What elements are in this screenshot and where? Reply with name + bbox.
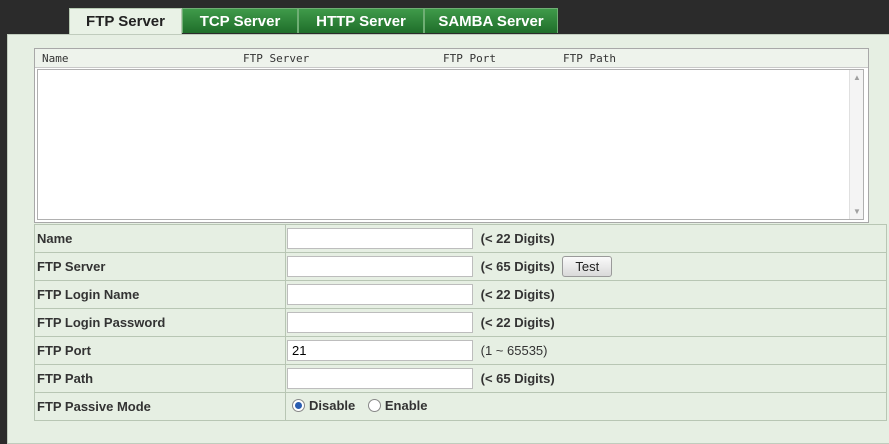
column-header-ftp-path: FTP Path: [563, 52, 616, 65]
passive-disable-radio[interactable]: [292, 399, 305, 412]
login-password-label: FTP Login Password: [34, 308, 286, 337]
column-header-ftp-server: FTP Server: [243, 52, 310, 65]
tab-tcp-server[interactable]: TCP Server: [182, 8, 298, 33]
port-label: FTP Port: [34, 336, 286, 365]
passive-disable-label: Disable: [309, 398, 356, 413]
scroll-up-icon[interactable]: ▲: [853, 73, 861, 82]
list-scrollbar[interactable]: ▲ ▼: [849, 70, 863, 219]
login-name-label: FTP Login Name: [34, 280, 286, 309]
form-row-passive-mode: FTP Passive Mode Disable Enable: [34, 392, 887, 421]
login-name-hint: (< 22 Digits): [480, 287, 555, 302]
name-hint: (< 22 Digits): [480, 231, 555, 246]
list-area[interactable]: ▲ ▼: [37, 69, 864, 220]
list-header: Name FTP Server FTP Port FTP Path: [35, 49, 868, 68]
login-password-input[interactable]: [287, 312, 473, 333]
form-row-path: FTP Path (< 65 Digits): [34, 364, 887, 393]
scroll-down-icon[interactable]: ▼: [853, 207, 861, 216]
name-input[interactable]: [287, 228, 473, 249]
form-row-login-password: FTP Login Password (< 22 Digits): [34, 308, 887, 337]
test-button[interactable]: Test: [562, 256, 613, 277]
ftp-server-label: FTP Server: [34, 252, 286, 281]
column-header-name: Name: [42, 52, 69, 65]
form-row-port: FTP Port (1 ~ 65535): [34, 336, 887, 365]
path-label: FTP Path: [34, 364, 286, 393]
form-row-name: Name (< 22 Digits): [34, 224, 887, 253]
tab-http-server[interactable]: HTTP Server: [298, 8, 424, 33]
column-header-ftp-port: FTP Port: [443, 52, 496, 65]
ftp-server-panel: Name FTP Server FTP Port FTP Path ▲ ▼ Na…: [7, 34, 889, 444]
path-input[interactable]: [287, 368, 473, 389]
login-name-input[interactable]: [287, 284, 473, 305]
ftp-server-input[interactable]: [287, 256, 473, 277]
tab-ftp-server[interactable]: FTP Server: [69, 8, 182, 35]
passive-enable-radio[interactable]: [367, 399, 381, 412]
ftp-server-hint: (< 65 Digits): [480, 259, 555, 274]
passive-enable-option[interactable]: Enable: [367, 398, 428, 413]
passive-enable-label: Enable: [384, 398, 428, 413]
tab-samba-server[interactable]: SAMBA Server: [424, 8, 558, 33]
port-hint: (1 ~ 65535): [480, 343, 548, 358]
login-password-hint: (< 22 Digits): [480, 315, 555, 330]
tab-bar: FTP Server TCP Server HTTP Server SAMBA …: [69, 8, 558, 35]
passive-mode-label: FTP Passive Mode: [34, 392, 286, 421]
port-input[interactable]: [287, 340, 473, 361]
path-hint: (< 65 Digits): [480, 371, 555, 386]
passive-disable-option[interactable]: Disable: [292, 398, 355, 413]
name-label: Name: [34, 224, 286, 253]
ftp-server-list: Name FTP Server FTP Port FTP Path ▲ ▼: [34, 48, 869, 223]
form-row-ftp-server: FTP Server (< 65 Digits) Test: [34, 252, 887, 281]
ftp-settings-form: Name (< 22 Digits) FTP Server (< 65 Digi…: [34, 224, 887, 421]
form-row-login-name: FTP Login Name (< 22 Digits): [34, 280, 887, 309]
